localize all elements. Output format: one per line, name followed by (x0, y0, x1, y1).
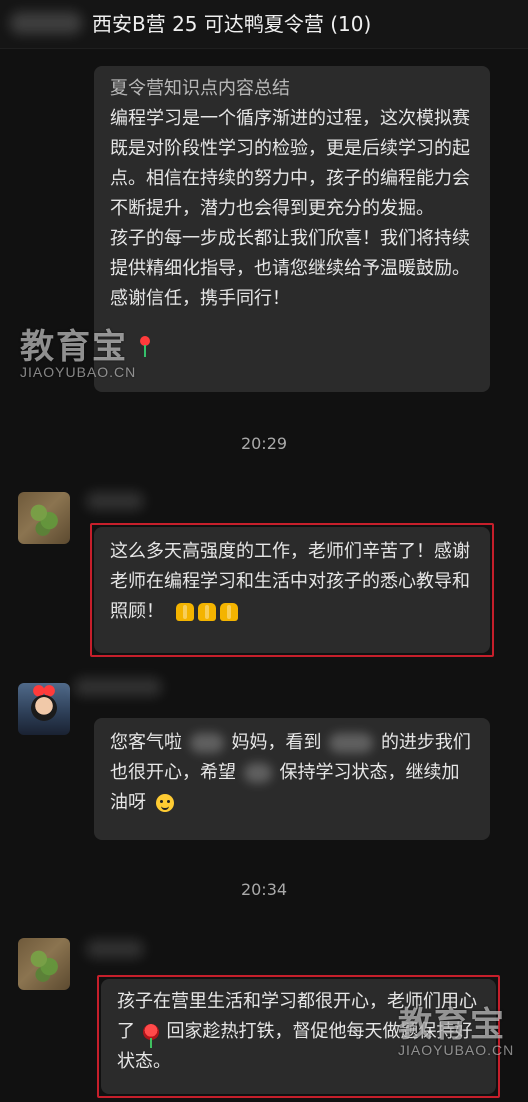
message-bubble-bottom[interactable]: 孩子在营里生活和学习都很开心，老师们用心了 回家趁热打铁，督促他每天做题保持好状… (101, 979, 496, 1094)
top-message-bubble[interactable]: 夏令营知识点内容总结 编程学习是一个循序渐进的过程，这次模拟赛既是对阶段性学习的… (94, 66, 490, 392)
blurred-contact-name (10, 12, 82, 34)
avatar-image (18, 938, 70, 990)
pray-hands-icon (197, 603, 216, 621)
blurred-sender-name (86, 940, 144, 958)
smile-icon (155, 794, 174, 812)
message-bubble-thanks[interactable]: 这么多天高强度的工作，老师们辛苦了！感谢老师在编程学习和生活中对孩子的悉心教导和… (94, 527, 490, 653)
rose-icon (142, 1024, 159, 1048)
pray-icons (175, 603, 238, 621)
avatar-image (18, 492, 70, 544)
blurred-sender-name (74, 678, 162, 696)
message-text: 这么多天高强度的工作，老师们辛苦了！感谢老师在编程学习和生活中对孩子的悉心教导和… (110, 541, 470, 622)
reply-text-2: 妈妈，看到 (231, 732, 322, 753)
chat-header: 西安B营 25 可达鸭夏令营 (10) (0, 0, 528, 49)
reply-text-1: 您客气啦 (110, 732, 182, 753)
blurred-child-name (189, 733, 224, 753)
bottom-text-2: 回家趁热打铁，督促他每天做题保持好状态。 (117, 1021, 473, 1072)
timestamp: 20:34 (240, 880, 288, 899)
avatar-image (18, 683, 70, 735)
pray-hands-icon (175, 603, 194, 621)
avatar[interactable] (18, 492, 70, 544)
timestamp: 20:29 (240, 434, 288, 453)
top-message-line0: 夏令营知识点内容总结 (110, 78, 290, 99)
avatar[interactable] (18, 938, 70, 990)
pray-hands-icon (219, 603, 238, 621)
top-message-paragraph2: 孩子的每一步成长都让我们欣喜！我们将持续提供精细化指导，也请您继续给予温暖鼓励。… (110, 228, 470, 309)
top-message-paragraph1: 编程学习是一个循序渐进的过程，这次模拟赛既是对阶段性学习的检验，更是后续学习的起… (110, 108, 470, 219)
chat-title[interactable]: 西安B营 25 可达鸭夏令营 (10) (92, 12, 371, 36)
blurred-child-name (329, 733, 374, 753)
avatar[interactable] (18, 683, 70, 735)
blurred-child-name (243, 763, 272, 783)
message-bubble-reply[interactable]: 您客气啦 妈妈，看到 的进步我们也很开心，希望 保持学习状态，继续加油呀 (94, 718, 490, 840)
blurred-sender-name (86, 492, 144, 510)
